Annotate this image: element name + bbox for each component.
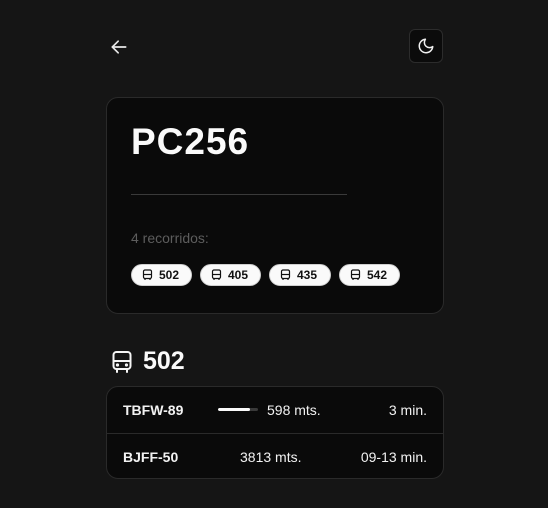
progress-bar	[218, 408, 258, 411]
vehicle-plate: BJFF-50	[123, 449, 179, 465]
route-chip-405[interactable]: 405	[200, 264, 261, 286]
vehicle-plate: TBFW-89	[123, 402, 184, 418]
routes-count-label: 4 recorridos:	[131, 230, 209, 246]
route-chip-label: 502	[159, 268, 180, 282]
route-heading: 502	[111, 347, 185, 376]
bus-icon	[211, 269, 222, 280]
vehicle-eta: 09-13 min.	[360, 449, 427, 465]
route-chip-435[interactable]: 435	[269, 264, 331, 286]
vehicle-eta: 3 min.	[388, 402, 427, 418]
route-chip-label: 405	[228, 268, 249, 282]
route-chip-542[interactable]: 542	[339, 264, 400, 286]
bus-icon	[112, 350, 132, 373]
vehicle-distance: 598 mts.	[267, 402, 321, 418]
progress-fill	[218, 408, 250, 411]
route-number: 502	[143, 347, 185, 375]
route-chips: 502 405 435 542	[131, 264, 400, 286]
bus-icon	[350, 269, 361, 280]
route-chip-502[interactable]: 502	[131, 264, 192, 286]
bus-icon	[280, 269, 291, 280]
route-chip-label: 435	[297, 268, 318, 282]
back-button[interactable]	[106, 34, 132, 60]
arrival-row[interactable]: TBFW-89 598 mts. 3 min.	[107, 387, 443, 433]
stop-code: PC256	[131, 121, 250, 162]
theme-toggle-button[interactable]	[409, 29, 443, 63]
arrival-row[interactable]: BJFF-50 3813 mts. 09-13 min.	[107, 433, 443, 478]
moon-icon	[418, 38, 434, 54]
bus-icon	[142, 269, 153, 280]
arrow-left-icon	[111, 40, 127, 54]
vehicle-distance: 3813 mts.	[240, 449, 302, 465]
route-chip-label: 542	[367, 268, 388, 282]
stop-card: PC256 4 recorridos: 502 405 435 542	[106, 97, 444, 314]
divider	[131, 194, 347, 195]
arrivals-list: TBFW-89 598 mts. 3 min. BJFF-50 3813 mts…	[106, 386, 444, 479]
